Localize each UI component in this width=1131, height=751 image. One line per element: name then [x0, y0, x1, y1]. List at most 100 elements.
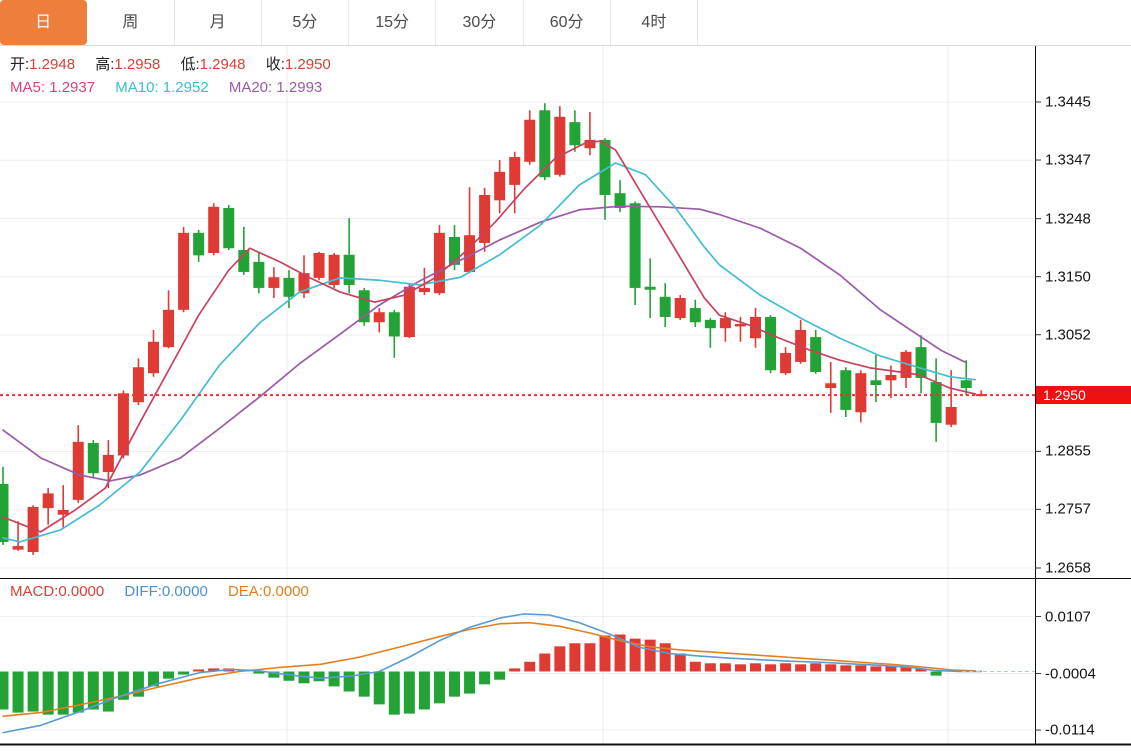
macd-axis-tick: -0.0114 [1045, 722, 1095, 739]
candle-body [825, 383, 836, 388]
candle-body [314, 253, 325, 278]
ma20-value: 1.2993 [276, 79, 322, 96]
macd-bar [329, 672, 340, 687]
candle-body [58, 510, 69, 515]
macd-bar [163, 672, 174, 679]
candle-body [660, 297, 671, 317]
macd-bar [825, 664, 836, 671]
macd-label: MACD: [10, 583, 58, 600]
tab-day[interactable]: 日 [0, 0, 87, 45]
candle-body [630, 203, 641, 288]
macd-bar [569, 643, 580, 671]
chart-canvas[interactable] [0, 0, 1131, 751]
macd-bar [870, 666, 881, 671]
candle-body [735, 324, 746, 326]
candle-body [43, 493, 54, 508]
candle-body [88, 443, 99, 473]
macd-value: 0.0000 [58, 583, 104, 600]
ohlc-info-row: 开:1.2948 高:1.2958 低:1.2948 收:1.2950 [10, 53, 347, 74]
macd-bar [810, 663, 821, 671]
candle-body [389, 312, 400, 336]
candle-body [524, 120, 535, 162]
candle-body [133, 367, 144, 402]
open-label: 开: [10, 56, 29, 73]
candle-body [870, 380, 881, 385]
candle-body [720, 318, 731, 328]
tab-30min[interactable]: 30分 [436, 0, 523, 45]
candle-body [780, 353, 791, 373]
tab-5min[interactable]: 5分 [262, 0, 349, 45]
macd-bar [705, 663, 716, 671]
current-price-marker: 1.2950 [1036, 386, 1131, 404]
price-axis-tick: 1.3347 [1045, 152, 1091, 169]
ma5-group: MA5: 1.2937 [10, 79, 95, 96]
macd-bar [43, 672, 54, 715]
tab-60min[interactable]: 60分 [524, 0, 611, 45]
tab-4hour[interactable]: 4时 [611, 0, 698, 45]
high-value: 1.2958 [114, 56, 160, 73]
tab-month[interactable]: 月 [175, 0, 262, 45]
macd-bar [28, 672, 39, 712]
macd-bar [509, 668, 520, 671]
candle-body [855, 373, 866, 412]
price-axis-tick: 1.2855 [1045, 443, 1091, 460]
candle-body [223, 208, 234, 248]
low-value: 1.2948 [200, 56, 246, 73]
timeframe-tabbar: 日周月5分15分30分60分4时 [0, 0, 1131, 46]
macd-bar [464, 672, 475, 694]
ma10-group: MA10: 1.2952 [115, 79, 208, 96]
candle-body [178, 233, 189, 310]
macd-bar [554, 646, 565, 671]
macd-axis-tick: 0.0107 [1045, 608, 1091, 625]
close-value: 1.2950 [285, 56, 331, 73]
diff-group: DIFF:0.0000 [124, 583, 207, 600]
candle-body [569, 122, 580, 145]
candle-body [765, 317, 776, 370]
macd-bar [374, 672, 385, 705]
macd-bar [389, 672, 400, 715]
candle-body [840, 370, 851, 410]
macd-bar [750, 663, 761, 671]
low-group: 低:1.2948 [180, 56, 245, 73]
macd-bar [855, 665, 866, 671]
macd-axis-tick: -0.0004 [1045, 665, 1096, 682]
macd-bar [584, 643, 595, 671]
macd-bar [720, 663, 731, 671]
macd-bar [0, 672, 9, 710]
candle-body [885, 375, 896, 380]
macd-bar [885, 666, 896, 671]
macd-bar [178, 672, 189, 675]
macd-bar [600, 636, 611, 672]
macd-group: MACD:0.0000 [10, 583, 104, 600]
macd-bar [931, 672, 942, 676]
macd-bar [13, 672, 24, 713]
macd-bar [795, 664, 806, 671]
candle-body [509, 157, 520, 185]
macd-bar [539, 654, 550, 672]
candle-body [268, 277, 279, 288]
candle-body [645, 287, 656, 290]
price-axis-tick: 1.3052 [1045, 326, 1091, 343]
macd-info-row: MACD:0.0000 DIFF:0.0000 DEA:0.0000 [10, 583, 325, 600]
diff-value: 0.0000 [162, 583, 208, 600]
macd-bar [765, 664, 776, 671]
macd-bar [735, 664, 746, 671]
macd-bar [645, 640, 656, 672]
candle-body [374, 312, 385, 322]
close-group: 收:1.2950 [266, 56, 331, 73]
macd-bar [344, 672, 355, 692]
candle-body [359, 290, 370, 322]
price-axis-tick: 1.2757 [1045, 501, 1091, 518]
macd-bar [419, 672, 430, 710]
macd-bar [449, 672, 460, 697]
ma10-label: MA10: [115, 79, 158, 96]
dea-group: DEA:0.0000 [228, 583, 309, 600]
candle-body [675, 298, 686, 318]
candle-body [946, 407, 957, 425]
macd-bar [690, 662, 701, 672]
macd-bar [404, 672, 415, 714]
tab-15min[interactable]: 15分 [349, 0, 436, 45]
ma20-label: MA20: [229, 79, 272, 96]
candle-body [13, 546, 24, 550]
tab-week[interactable]: 周 [87, 0, 174, 45]
